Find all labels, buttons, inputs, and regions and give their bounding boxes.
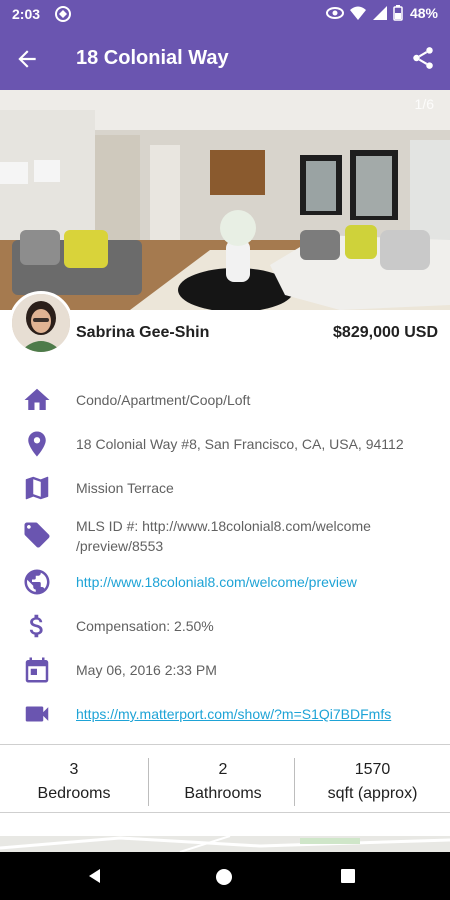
video-icon [25, 706, 49, 722]
listed-date: May 06, 2016 2:33 PM [76, 662, 217, 678]
signal-icon [372, 6, 387, 20]
virtual-tour-link[interactable]: https://my.matterport.com/show/?m=S1Qi7B… [76, 704, 391, 724]
stat-bedrooms: 3 Bedrooms [0, 752, 148, 812]
bathrooms-count: 2 [218, 761, 228, 778]
map-preview [0, 836, 450, 852]
website-link[interactable]: http://www.18colonial8.com/welcome/previ… [76, 572, 357, 592]
detail-address[interactable]: 18 Colonial Way #8, San Francisco, CA, U… [0, 426, 450, 462]
status-icons: 48% [325, 5, 438, 21]
page-title: 18 Colonial Way [76, 47, 229, 69]
stat-bathrooms: 2 Bathrooms [149, 752, 297, 812]
location-pin-icon [28, 431, 46, 457]
detail-compensation: Compensation: 2.50% [0, 608, 450, 644]
mls-id-line-1: MLS ID #: http://www.18colonial8.com/wel… [76, 518, 371, 534]
bedrooms-label: Bedrooms [37, 785, 111, 802]
nav-recents-icon[interactable] [340, 868, 356, 884]
detail-virtual-tour[interactable]: https://my.matterport.com/show/?m=S1Qi7B… [0, 696, 450, 732]
agent-photo [12, 294, 70, 352]
agent-name: Sabrina Gee-Shin [76, 324, 210, 341]
status-bar: 2:03 48% [0, 0, 450, 28]
property-address: 18 Colonial Way #8, San Francisco, CA, U… [76, 436, 404, 452]
detail-neighborhood: Mission Terrace [0, 470, 450, 506]
compensation: Compensation: 2.50% [76, 618, 214, 634]
stat-sqft: 1570 sqft (approx) [295, 752, 450, 812]
detail-listed-date: May 06, 2016 2:33 PM [0, 652, 450, 688]
app-bar: 18 Colonial Way [0, 28, 450, 90]
nav-home-icon[interactable] [214, 867, 234, 887]
bathrooms-label: Bathrooms [184, 785, 262, 802]
arrow-left-icon [18, 50, 36, 68]
mls-id-line-2: /preview/8553 [76, 538, 164, 554]
detail-mls-id: MLS ID #: http://www.18colonial8.com/wel… [0, 514, 450, 558]
share-icon [413, 47, 433, 69]
bedrooms-count: 3 [69, 761, 79, 778]
dollar-icon [29, 614, 43, 638]
listing-price: $829,000 USD [333, 324, 438, 341]
sqft-count: 1570 [354, 761, 391, 778]
battery-percent: 48% [409, 5, 438, 21]
sqft-label: sqft (approx) [327, 785, 418, 802]
navigation-bar [0, 852, 450, 900]
location-map[interactable] [0, 836, 450, 852]
globe-icon [24, 569, 50, 595]
calendar-icon [25, 657, 49, 683]
battery-icon [393, 5, 403, 21]
tag-icon [24, 522, 50, 548]
property-photo-gallery[interactable]: 1/6 [0, 90, 450, 310]
property-stats: 3 Bedrooms 2 Bathrooms 1570 sqft (approx… [0, 752, 450, 812]
back-button[interactable] [14, 46, 40, 72]
property-type: Condo/Apartment/Coop/Loft [76, 392, 251, 408]
detail-property-type: Condo/Apartment/Coop/Loft [0, 382, 450, 418]
status-time: 2:03 [12, 6, 41, 22]
home-icon [24, 388, 50, 410]
eye-icon [325, 7, 344, 19]
divider [0, 812, 450, 813]
wifi-icon [349, 6, 366, 20]
agent-avatar[interactable] [9, 291, 73, 355]
divider [0, 744, 450, 745]
property-photo [0, 90, 450, 310]
map-icon [25, 476, 49, 500]
photo-counter: 1/6 [414, 96, 434, 112]
neighborhood: Mission Terrace [76, 480, 174, 496]
detail-website[interactable]: http://www.18colonial8.com/welcome/previ… [0, 564, 450, 600]
share-button[interactable] [410, 45, 436, 71]
sync-icon [54, 5, 72, 28]
nav-back-icon[interactable] [86, 867, 104, 885]
